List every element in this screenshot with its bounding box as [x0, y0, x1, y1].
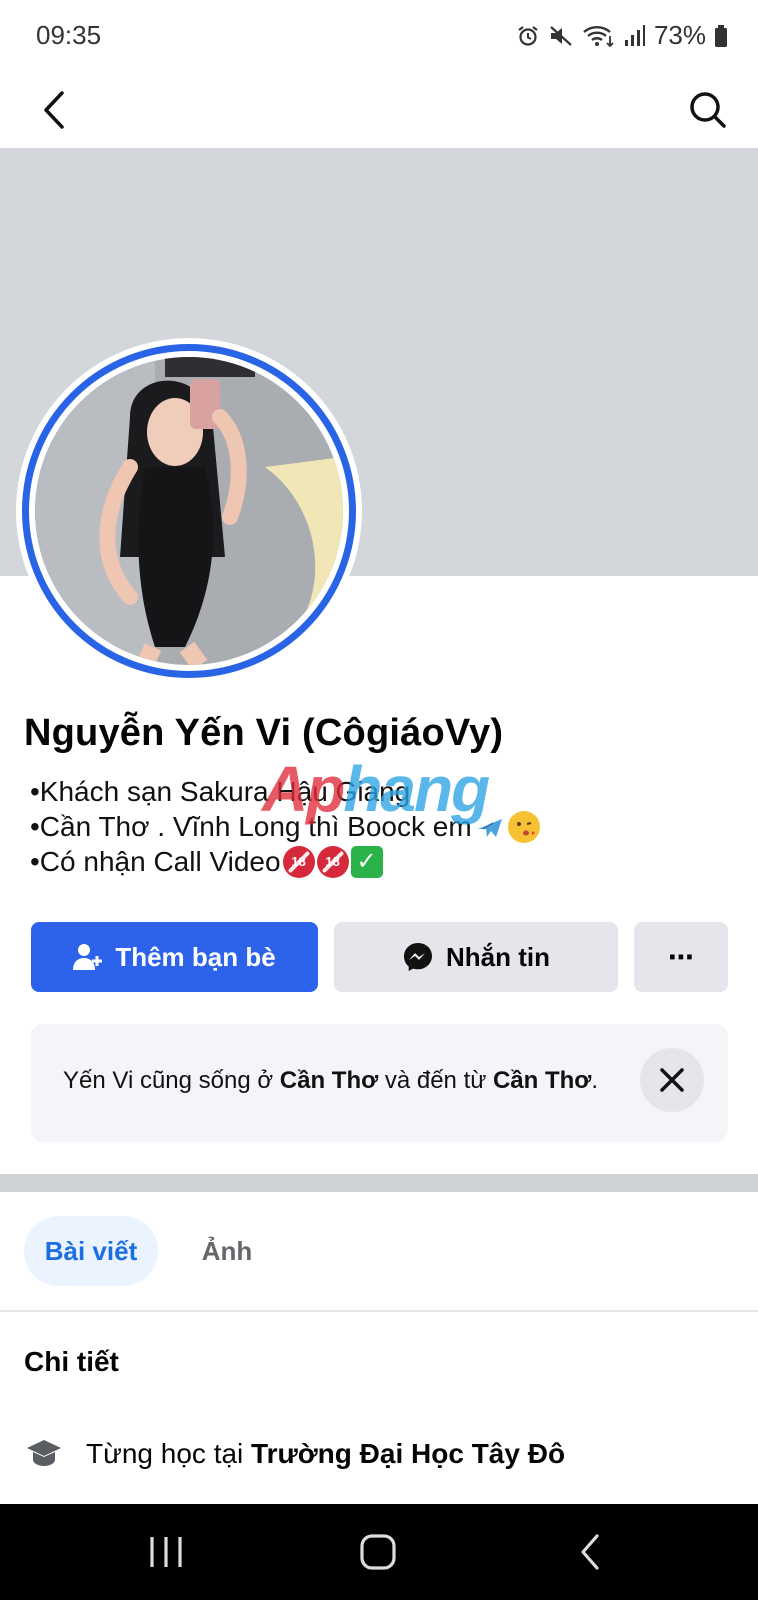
home-button[interactable]: [348, 1524, 408, 1580]
tabs-divider: [0, 1310, 758, 1312]
info-prefix: Yến Vi cũng sống ở: [63, 1067, 280, 1094]
story-ring: [22, 344, 356, 678]
battery-icon: [714, 24, 728, 48]
mutual-location-text: Yến Vi cũng sống ở Cần Thơ và đến từ Cần…: [63, 1067, 598, 1095]
back-arrow-icon: [581, 1534, 599, 1570]
bio-line-3: •Có nhận Call Video 18 18 ✓: [30, 844, 540, 879]
top-bar: [0, 72, 758, 148]
system-back-button[interactable]: [560, 1524, 620, 1580]
add-friend-button[interactable]: Thêm bạn bè: [31, 922, 318, 992]
battery-percent: 73%: [653, 20, 706, 50]
info-hometown: Cần Thơ: [492, 1067, 592, 1094]
messenger-icon: [404, 943, 432, 971]
tab-photos[interactable]: Ảnh: [172, 1216, 282, 1286]
close-icon: [660, 1068, 684, 1092]
status-bar: 09:35 73%: [0, 0, 758, 72]
details-heading: Chi tiết: [24, 1346, 119, 1377]
check-mark-icon: ✓: [350, 845, 383, 878]
system-nav-bar: [0, 1504, 758, 1600]
profile-page: 09:35 73% Nguyễn Yến Vi (CôgiáoVy) •Khác…: [0, 0, 758, 1600]
recent-apps-button[interactable]: [136, 1524, 196, 1580]
tab-posts[interactable]: Bài viết: [24, 1216, 158, 1286]
alarm-icon: [516, 24, 540, 48]
watermark-part-a: Ap: [262, 753, 345, 825]
status-time: 09:35: [36, 20, 102, 50]
add-friend-label: Thêm bạn bè: [115, 941, 276, 972]
message-button[interactable]: Nhắn tin: [334, 922, 618, 992]
profile-name: Nguyễn Yến Vi (CôgiáoVy): [24, 712, 504, 754]
chevron-left-icon: [44, 91, 64, 129]
home-icon: [360, 1534, 396, 1570]
message-label: Nhắn tin: [446, 941, 550, 972]
bio-text-3: •Có nhận Call Video: [30, 846, 281, 877]
info-current-city: Cần Thơ: [279, 1067, 379, 1094]
watermark-part-b: hang: [343, 753, 490, 825]
watermark-logo: Aphang: [262, 752, 490, 826]
search-button[interactable]: [682, 84, 734, 136]
info-suffix: .: [591, 1067, 599, 1094]
recent-apps-icon: [150, 1537, 182, 1567]
avatar-photo: [35, 357, 343, 665]
back-button[interactable]: [28, 84, 80, 136]
graduation-cap-icon: [24, 1434, 64, 1474]
education-text: Từng học tại Trường Đại Học Tây Đô: [86, 1438, 565, 1470]
profile-actions: Thêm bạn bè Nhắn tin ⋯: [31, 922, 728, 992]
no-under-18-icon: 18: [282, 845, 315, 878]
education-prefix: Từng học tại: [86, 1438, 252, 1469]
wifi-icon: [582, 24, 616, 48]
more-options-button[interactable]: ⋯: [634, 922, 728, 992]
mute-icon: [548, 24, 574, 48]
no-under-18-icon: 18: [316, 845, 349, 878]
signal-icon: [624, 24, 646, 48]
mutual-location-card: Yến Vi cũng sống ở Cần Thơ và đến từ Cần…: [31, 1024, 728, 1142]
search-icon: [690, 92, 726, 128]
add-friend-icon: [73, 944, 103, 970]
kiss-face-emoji-icon: [507, 810, 540, 843]
dismiss-card-button[interactable]: [640, 1048, 704, 1112]
education-school[interactable]: Trường Đại Học Tây Đô: [251, 1438, 565, 1469]
section-divider: [0, 1174, 758, 1192]
status-icons: 73%: [516, 20, 728, 51]
info-middle: và đến từ: [378, 1067, 493, 1094]
more-options-icon: ⋯: [668, 941, 694, 972]
education-detail[interactable]: Từng học tại Trường Đại Học Tây Đô: [24, 1432, 565, 1476]
profile-avatar[interactable]: [16, 338, 362, 684]
